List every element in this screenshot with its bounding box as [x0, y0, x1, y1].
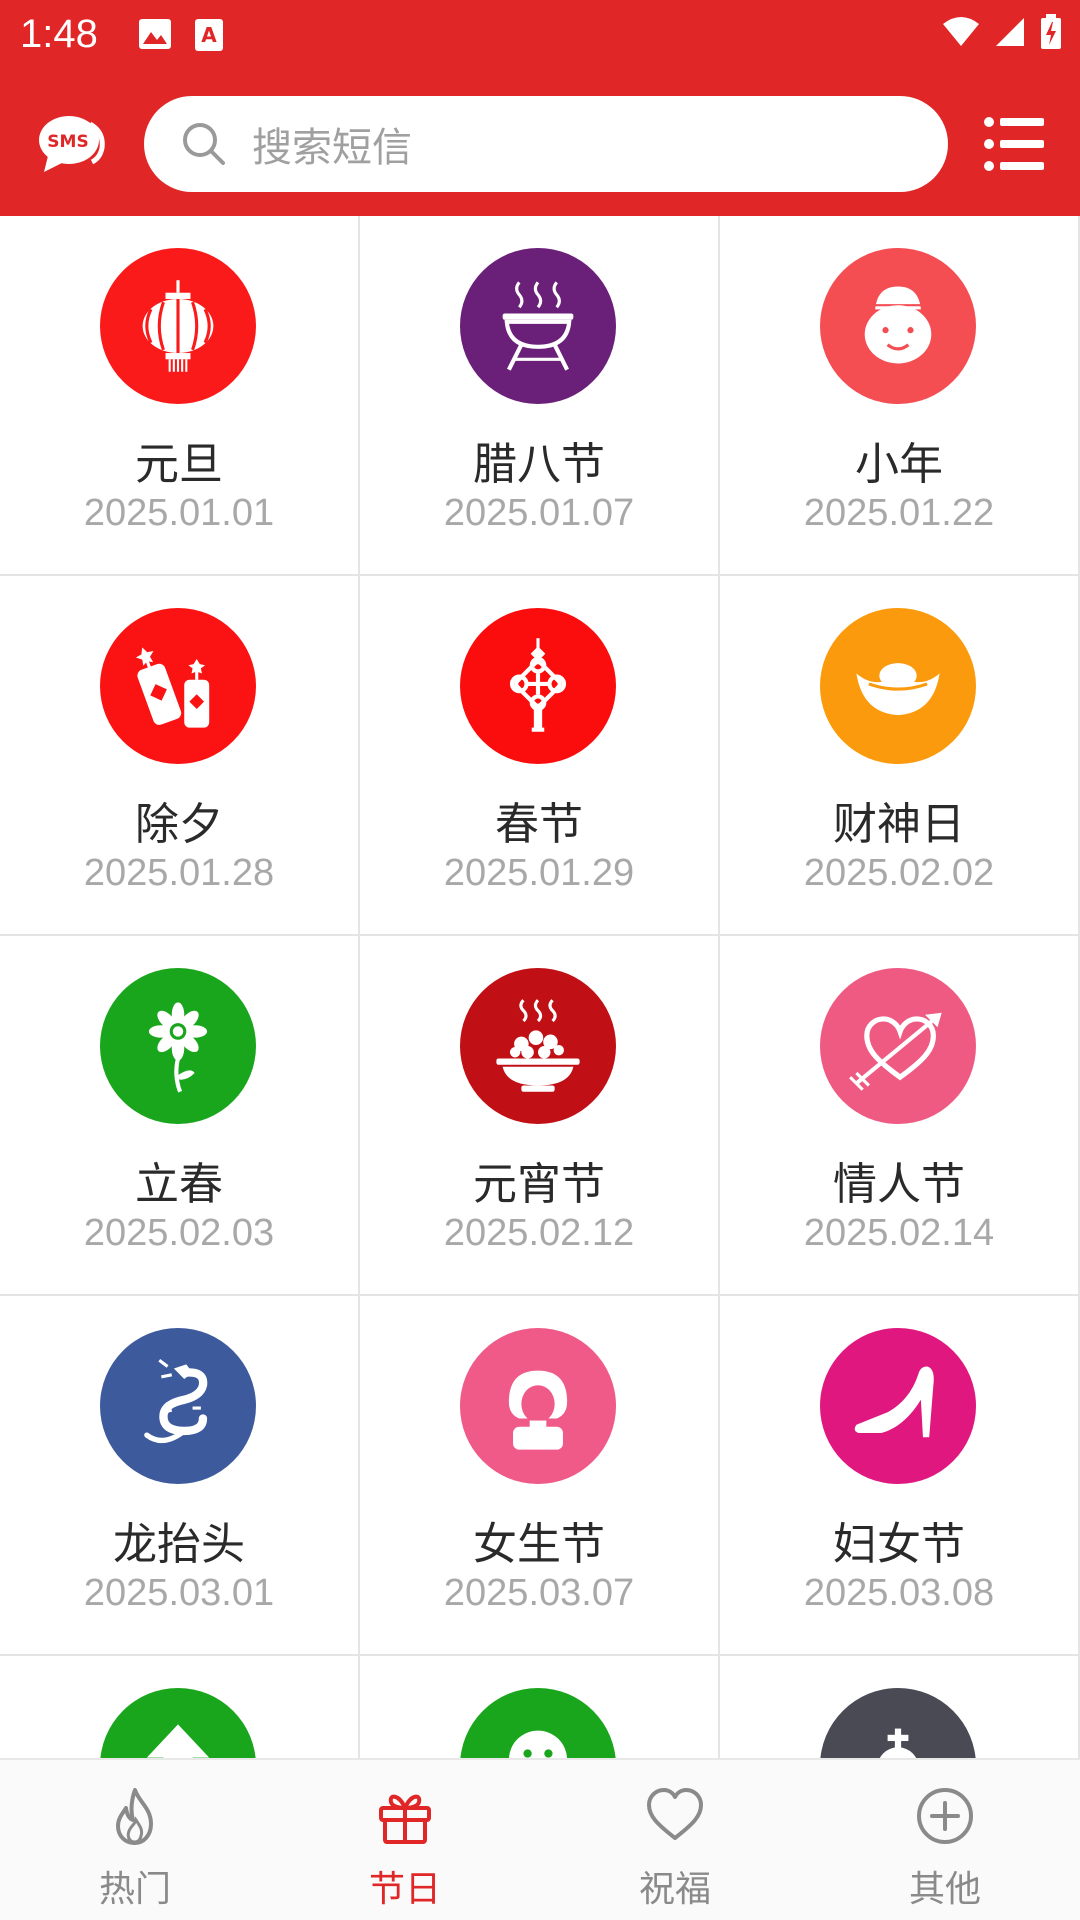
festival-card[interactable]: 妇女节 2025.03.08 [720, 1296, 1080, 1656]
festival-date: 2025.01.22 [803, 492, 995, 534]
festival-name: 龙抬头 [113, 1519, 245, 1570]
festival-card[interactable]: 元旦 2025.01.01 [0, 216, 360, 576]
festival-date: 2025.02.03 [83, 1212, 275, 1254]
gold-ingot-icon [820, 608, 976, 764]
festival-name: 立春 [135, 1159, 223, 1210]
festival-date: 2025.01.01 [83, 492, 275, 534]
grill-pot-icon [460, 248, 616, 404]
heart-arrow-icon [820, 968, 976, 1124]
nav-label-festival: 节日 [368, 1869, 441, 1910]
festival-date: 2025.03.07 [443, 1572, 635, 1614]
flame-icon [116, 1788, 153, 1845]
image-icon [139, 19, 171, 49]
festival-card[interactable]: 女生节 2025.03.07 [360, 1296, 720, 1656]
festival-card[interactable]: 小年 2025.01.22 [720, 216, 1080, 576]
festival-card[interactable]: 财神日 2025.02.02 [720, 576, 1080, 936]
festival-name: 财神日 [833, 799, 965, 850]
festival-card[interactable]: 元宵节 2025.02.12 [360, 936, 720, 1296]
festival-date: 2025.01.29 [443, 852, 635, 894]
festival-name: 女生节 [473, 1519, 605, 1570]
festival-card[interactable]: 腊八节 2025.01.07 [360, 216, 720, 576]
chinese-knot-icon [460, 608, 616, 764]
festival-date: 2025.02.02 [803, 852, 995, 894]
heart-icon [647, 1788, 703, 1840]
festival-card[interactable]: 情人节 2025.02.14 [720, 936, 1080, 1296]
status-time: 1:48 [20, 12, 98, 56]
nav-label-blessing: 祝福 [638, 1869, 711, 1910]
festival-name: 春节 [495, 799, 583, 850]
festival-date: 2025.01.28 [83, 852, 275, 894]
signal-icon [996, 18, 1024, 46]
gift-icon [379, 1794, 431, 1844]
festival-name: 妇女节 [833, 1519, 965, 1570]
festival-name: 元旦 [135, 439, 223, 490]
festival-card[interactable] [0, 1656, 360, 1758]
sms-logo-icon[interactable]: SMS [36, 112, 106, 176]
festival-name: 腊八节 [473, 439, 605, 490]
flower-icon [100, 968, 256, 1124]
search-input[interactable]: 搜索短信 [144, 96, 948, 192]
festival-card[interactable] [720, 1656, 1080, 1758]
festival-grid: 元旦 2025.01.01 腊八节 2025.01.07 小年 2025.01.22 [0, 216, 1080, 1758]
battery-icon [1041, 14, 1061, 49]
high-heel-icon [820, 1328, 976, 1484]
dragon-icon [100, 1328, 256, 1484]
festival-date: 2025.02.12 [443, 1212, 635, 1254]
nav-item-other[interactable]: 其他 [810, 1760, 1080, 1920]
tree-icon [100, 1688, 256, 1758]
search-placeholder: 搜索短信 [252, 125, 412, 171]
sms-logo-text: SMS [47, 132, 88, 152]
festival-card[interactable]: 除夕 2025.01.28 [0, 576, 360, 936]
festival-name: 元宵节 [473, 1159, 605, 1210]
festival-name: 情人节 [833, 1159, 965, 1210]
firecracker-icon [100, 608, 256, 764]
festival-card[interactable] [360, 1656, 720, 1758]
smiley-icon [460, 1688, 616, 1758]
kitchen-god-icon [820, 248, 976, 404]
yuanxiao-bowl-icon [460, 968, 616, 1124]
festival-card[interactable]: 龙抬头 2025.03.01 [0, 1296, 360, 1656]
menu-icon[interactable] [984, 116, 1044, 172]
svg-text:A: A [201, 23, 217, 47]
festival-card[interactable]: 春节 2025.01.29 [360, 576, 720, 936]
nav-item-festival[interactable]: 节日 [270, 1760, 540, 1920]
festival-name: 除夕 [135, 799, 223, 850]
app-header: SMS 搜索短信 [0, 72, 1080, 216]
nav-label-other: 其他 [908, 1869, 981, 1910]
festival-name: 小年 [855, 439, 943, 490]
girl-icon [460, 1328, 616, 1484]
festival-card[interactable]: 立春 2025.02.03 [0, 936, 360, 1296]
cross-cloud-icon [820, 1688, 976, 1758]
bottom-nav: 热门 节日 祝福 其他 [0, 1758, 1080, 1920]
festival-date: 2025.01.07 [443, 492, 635, 534]
festival-date: 2025.02.14 [803, 1212, 995, 1254]
festival-date: 2025.03.08 [803, 1572, 995, 1614]
lantern-icon [100, 248, 256, 404]
nav-label-hot: 热门 [98, 1869, 171, 1910]
wifi-icon [943, 17, 979, 46]
font-download-icon: A [195, 19, 223, 51]
nav-item-hot[interactable]: 热门 [0, 1760, 270, 1920]
festival-date: 2025.03.01 [83, 1572, 275, 1614]
plus-circle-icon [917, 1788, 973, 1844]
search-icon [183, 123, 225, 165]
status-bar: 1:48 A [0, 0, 1080, 72]
nav-item-blessing[interactable]: 祝福 [540, 1760, 810, 1920]
